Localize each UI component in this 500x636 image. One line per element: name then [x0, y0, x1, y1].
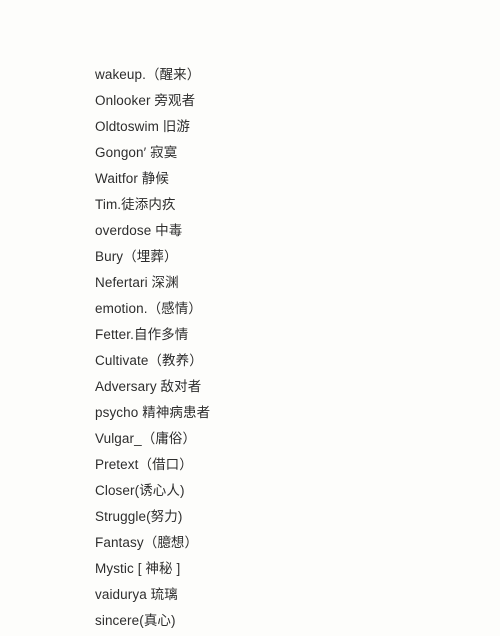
word-list: wakeup.（醒来） Onlooker 旁观者 Oldtoswim 旧游 Gongo…	[95, 62, 475, 634]
list-item: sincere(真心)	[95, 613, 176, 628]
list-item: Tim.徒添内疚	[95, 197, 176, 212]
list-item: Adversary 敌对者	[95, 379, 202, 394]
list-item: Vulgar_（庸俗）	[95, 431, 197, 446]
list-item: Waitfor 静候	[95, 171, 170, 186]
list-item: Onlooker 旁观者	[95, 93, 196, 108]
list-item: Mystic [ 神秘 ]	[95, 561, 181, 576]
list-item: Struggle(努力)	[95, 509, 183, 524]
list-item: vaidurya 琉璃	[95, 587, 178, 602]
list-item: Bury（埋葬）	[95, 249, 178, 264]
list-item: Oldtoswim 旧游	[95, 119, 190, 134]
list-item: Fetter.自作多情	[95, 327, 189, 342]
list-item: emotion.（感情）	[95, 301, 202, 316]
list-item: wakeup.（醒来）	[95, 67, 201, 82]
list-item: Cultivate（教养）	[95, 353, 203, 368]
list-item: Pretext（借口）	[95, 457, 193, 472]
list-item: Gongon′ 寂寞	[95, 145, 178, 160]
list-item: Fantasy（臆想）	[95, 535, 199, 550]
list-item: overdose 中毒	[95, 223, 183, 238]
page-root: wakeup.（醒来） Onlooker 旁观者 Oldtoswim 旧游 Gongo…	[0, 0, 500, 636]
list-item: Closer(诱心人)	[95, 483, 185, 498]
list-item: psycho 精神病患者	[95, 405, 211, 420]
list-item: Nefertari 深渊	[95, 275, 179, 290]
